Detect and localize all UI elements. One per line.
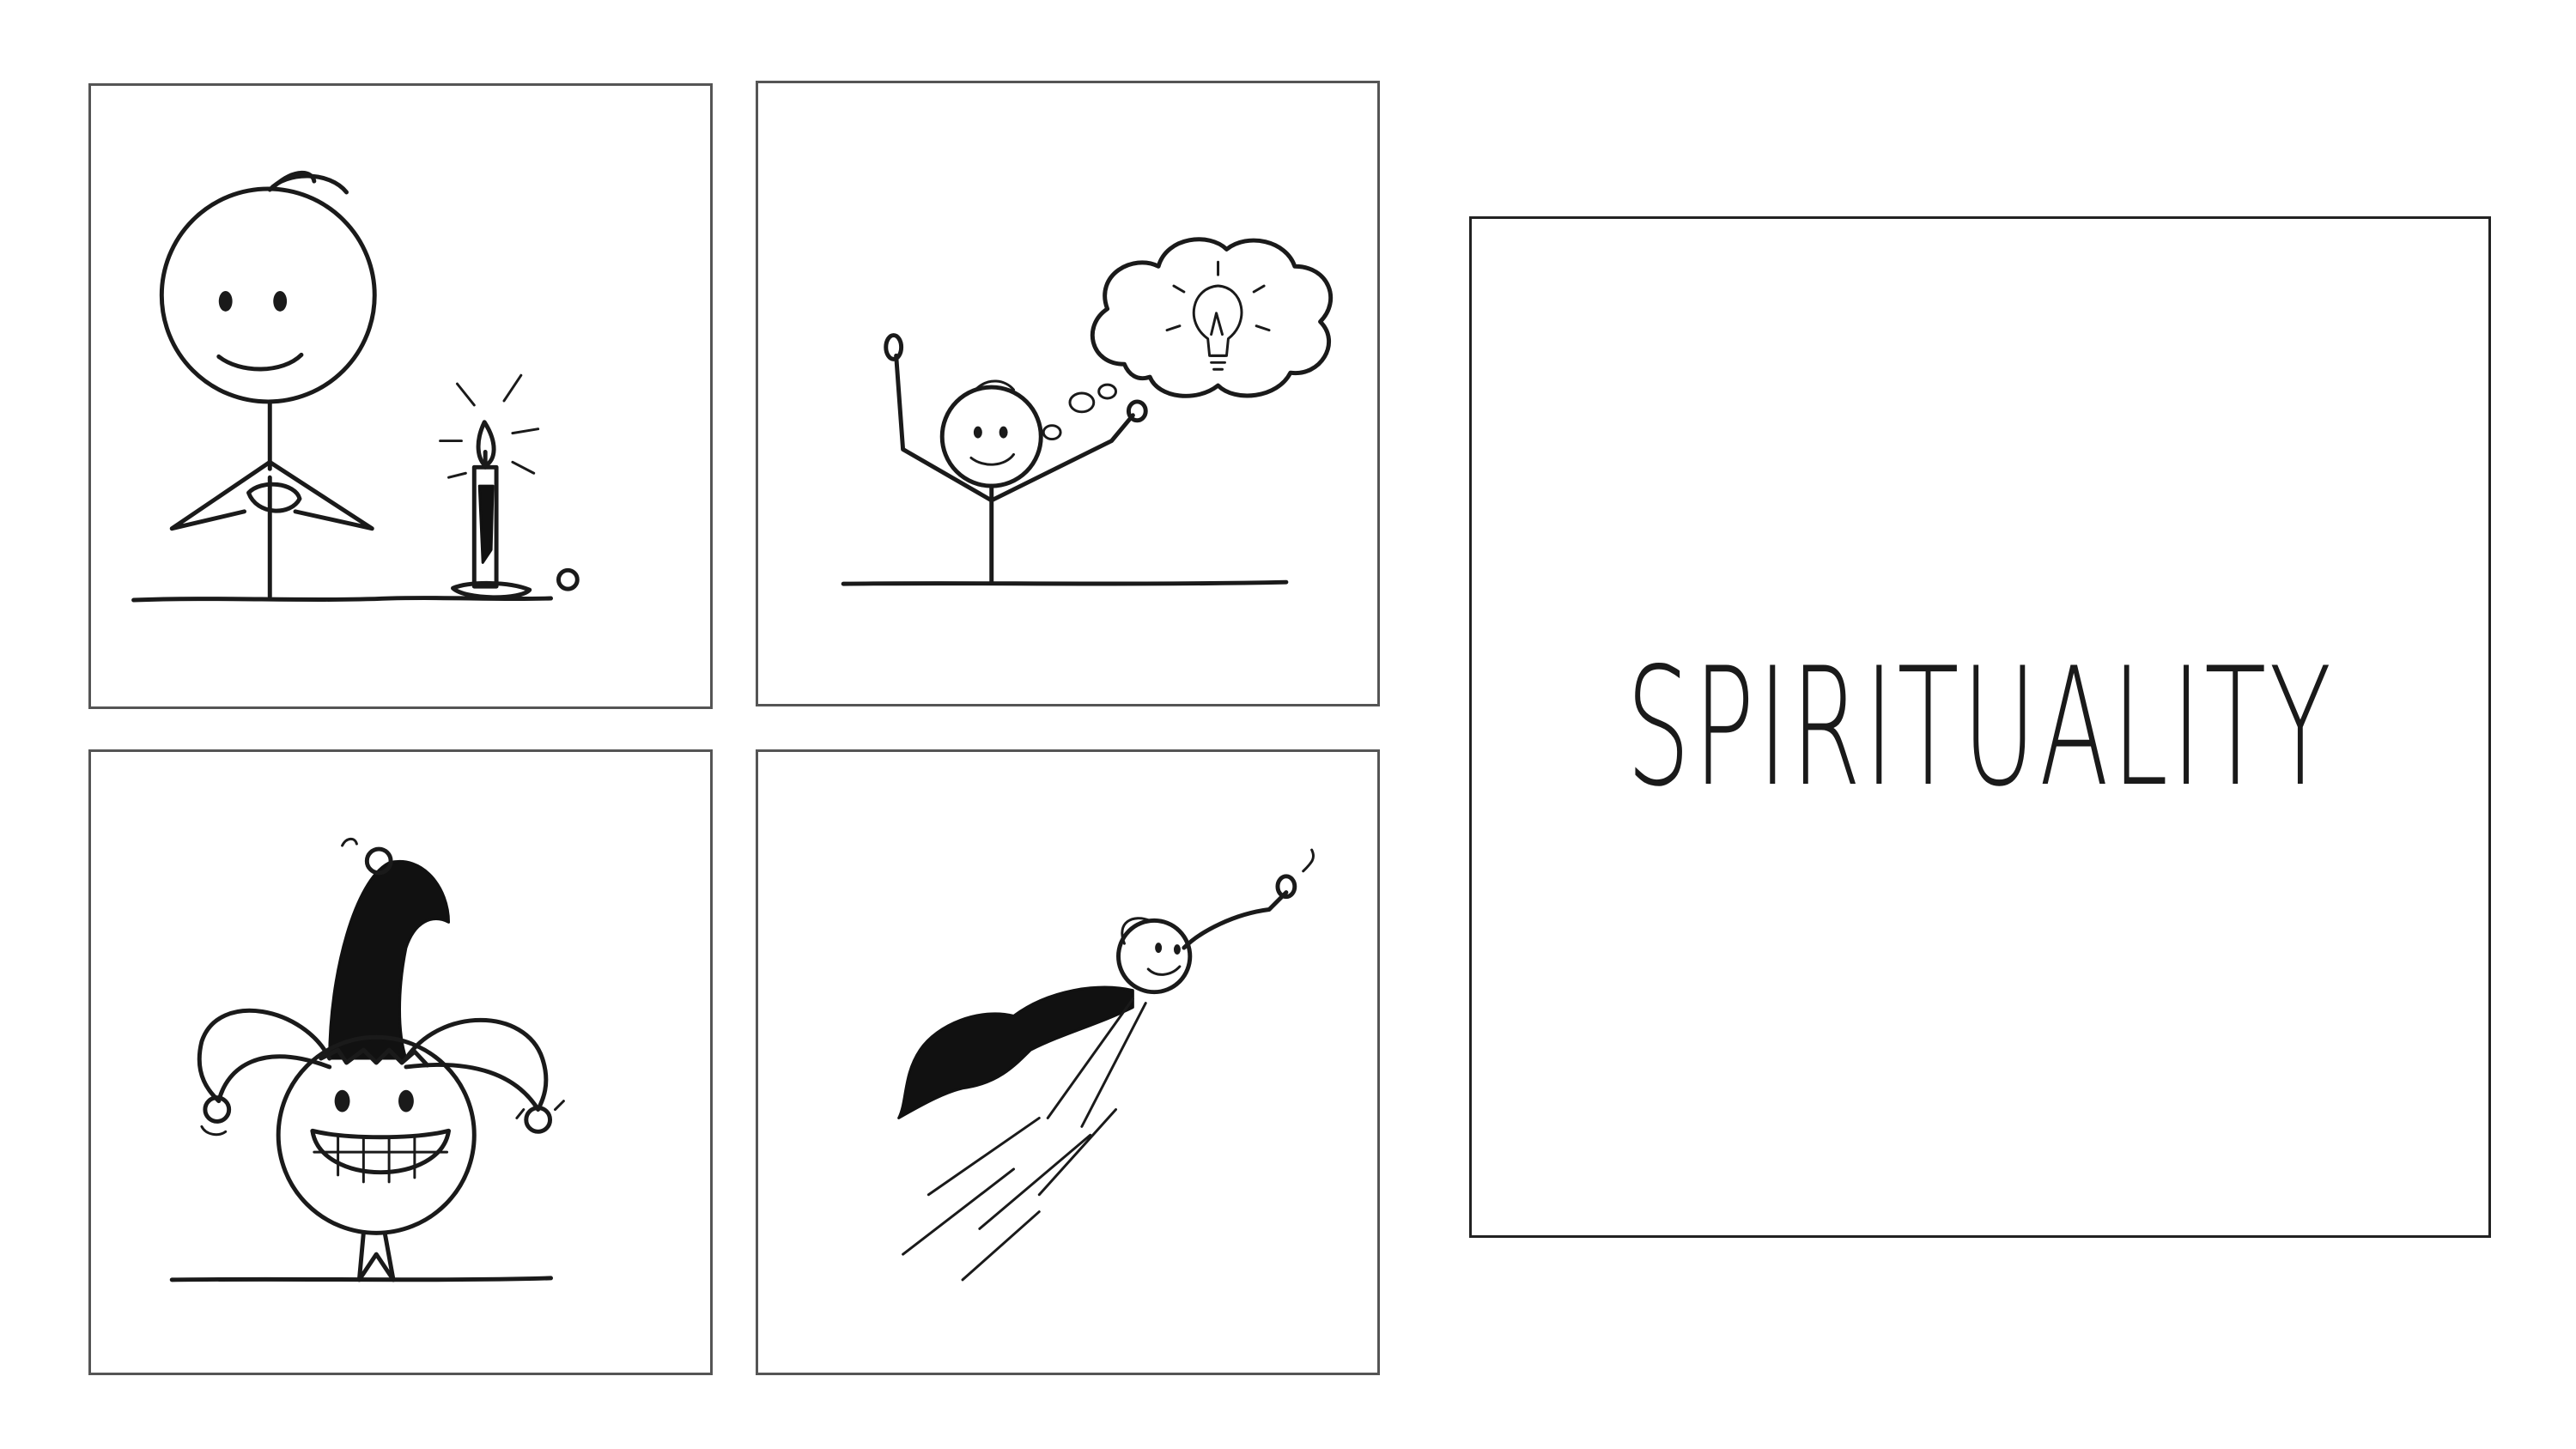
image-panel-superhero <box>756 749 1380 1375</box>
image-panel-candle <box>88 83 713 709</box>
slide-title: SPIRITUALITY <box>1625 632 2335 822</box>
title-box: SPIRITUALITY <box>1469 216 2491 1238</box>
image-panel-idea <box>756 81 1380 706</box>
image-panel-jester <box>88 749 713 1375</box>
stick-figure-superhero-flying-icon <box>897 848 1315 1282</box>
stick-figure-lightbulb-idea-icon <box>841 237 1334 586</box>
stick-figure-jester-hat-icon <box>169 837 565 1282</box>
stick-figure-with-candle-icon <box>131 171 580 603</box>
